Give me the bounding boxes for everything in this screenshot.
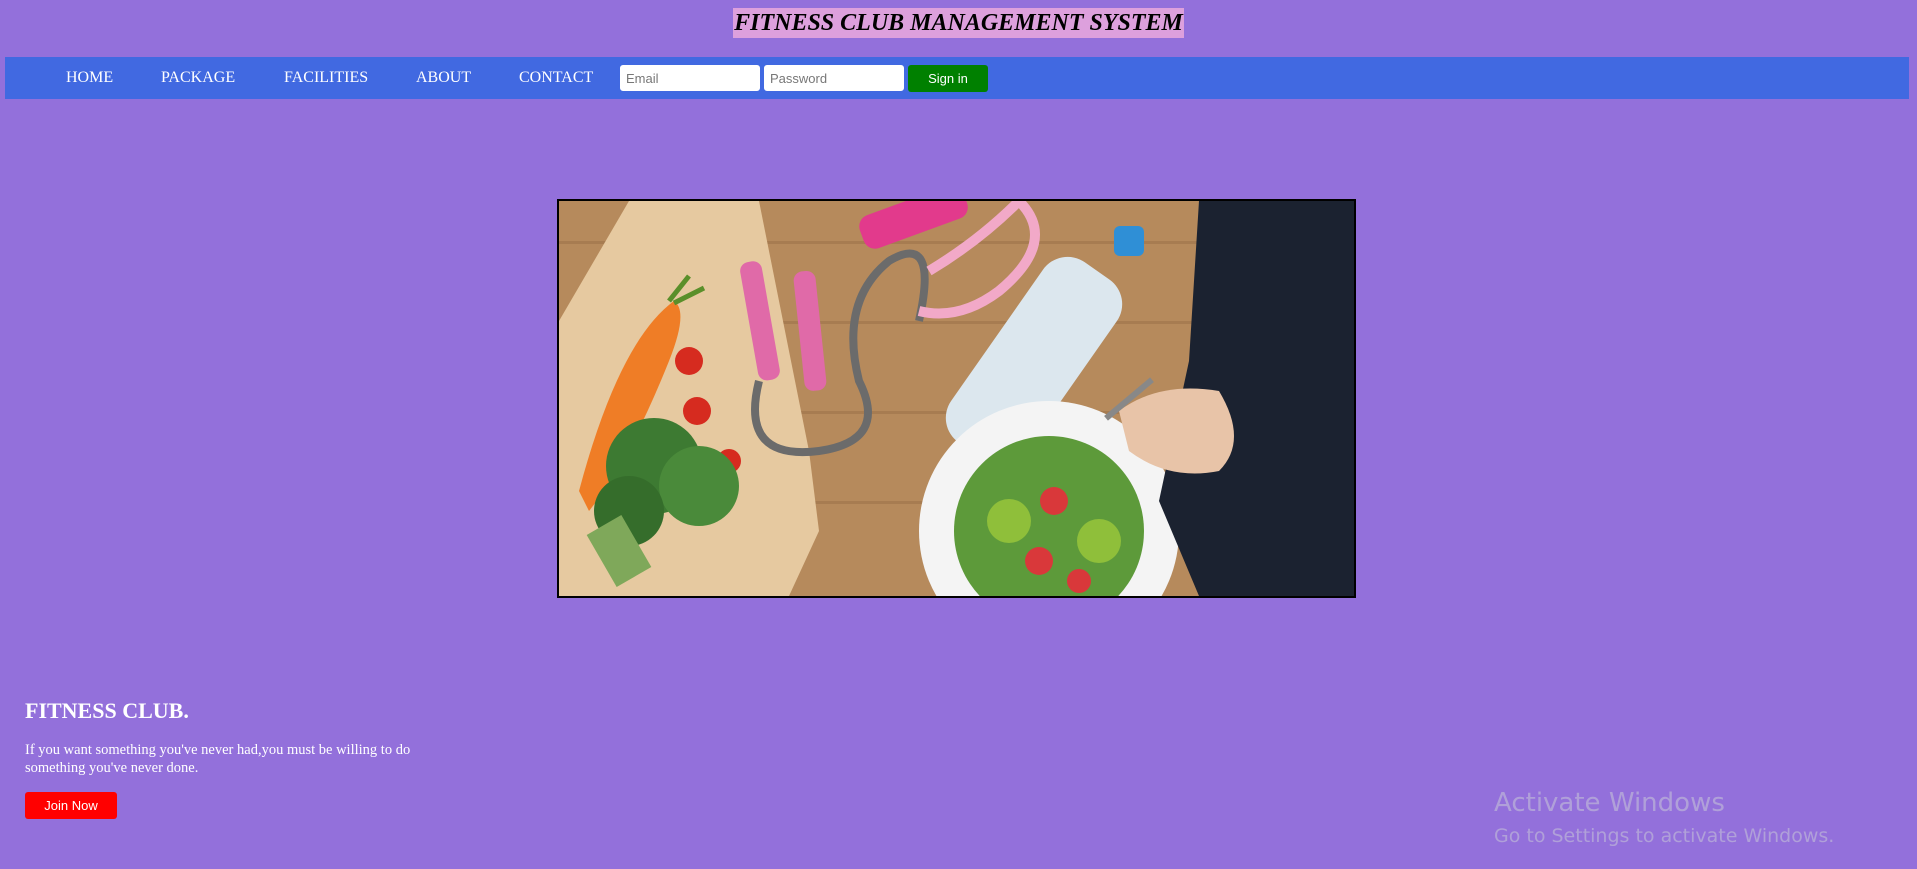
sign-in-button[interactable]: Sign in <box>908 65 988 92</box>
motivational-quote: If you want something you've never had,y… <box>25 742 411 776</box>
watermark-subtitle: Go to Settings to activate Windows. <box>1494 825 1835 847</box>
windows-activation-watermark: Activate Windows Go to Settings to activ… <box>1494 787 1834 849</box>
nav-package-link[interactable]: PACKAGE <box>161 57 235 99</box>
nav-about-link[interactable]: ABOUT <box>416 57 471 99</box>
hero-image <box>557 199 1356 598</box>
join-now-button[interactable]: Join Now <box>25 792 117 819</box>
site-title: FITNESS CLUB MANAGEMENT SYSTEM <box>733 8 1184 38</box>
footer-section: FITNESS CLUB. If you want something you'… <box>25 696 445 819</box>
email-input[interactable] <box>620 65 760 91</box>
nav-contact-link[interactable]: CONTACT <box>519 57 593 99</box>
nav-home-link[interactable]: HOME <box>66 57 113 99</box>
password-input[interactable] <box>764 65 904 91</box>
navbar: HOME PACKAGE FACILITIES ABOUT CONTACT Si… <box>5 57 1909 99</box>
site-title-container: FITNESS CLUB MANAGEMENT SYSTEM <box>0 8 1917 38</box>
hero-image-art <box>559 201 1354 596</box>
nav-facilities-link[interactable]: FACILITIES <box>284 57 368 99</box>
watermark-title: Activate Windows <box>1494 788 1725 818</box>
club-heading: FITNESS CLUB. <box>25 698 189 723</box>
